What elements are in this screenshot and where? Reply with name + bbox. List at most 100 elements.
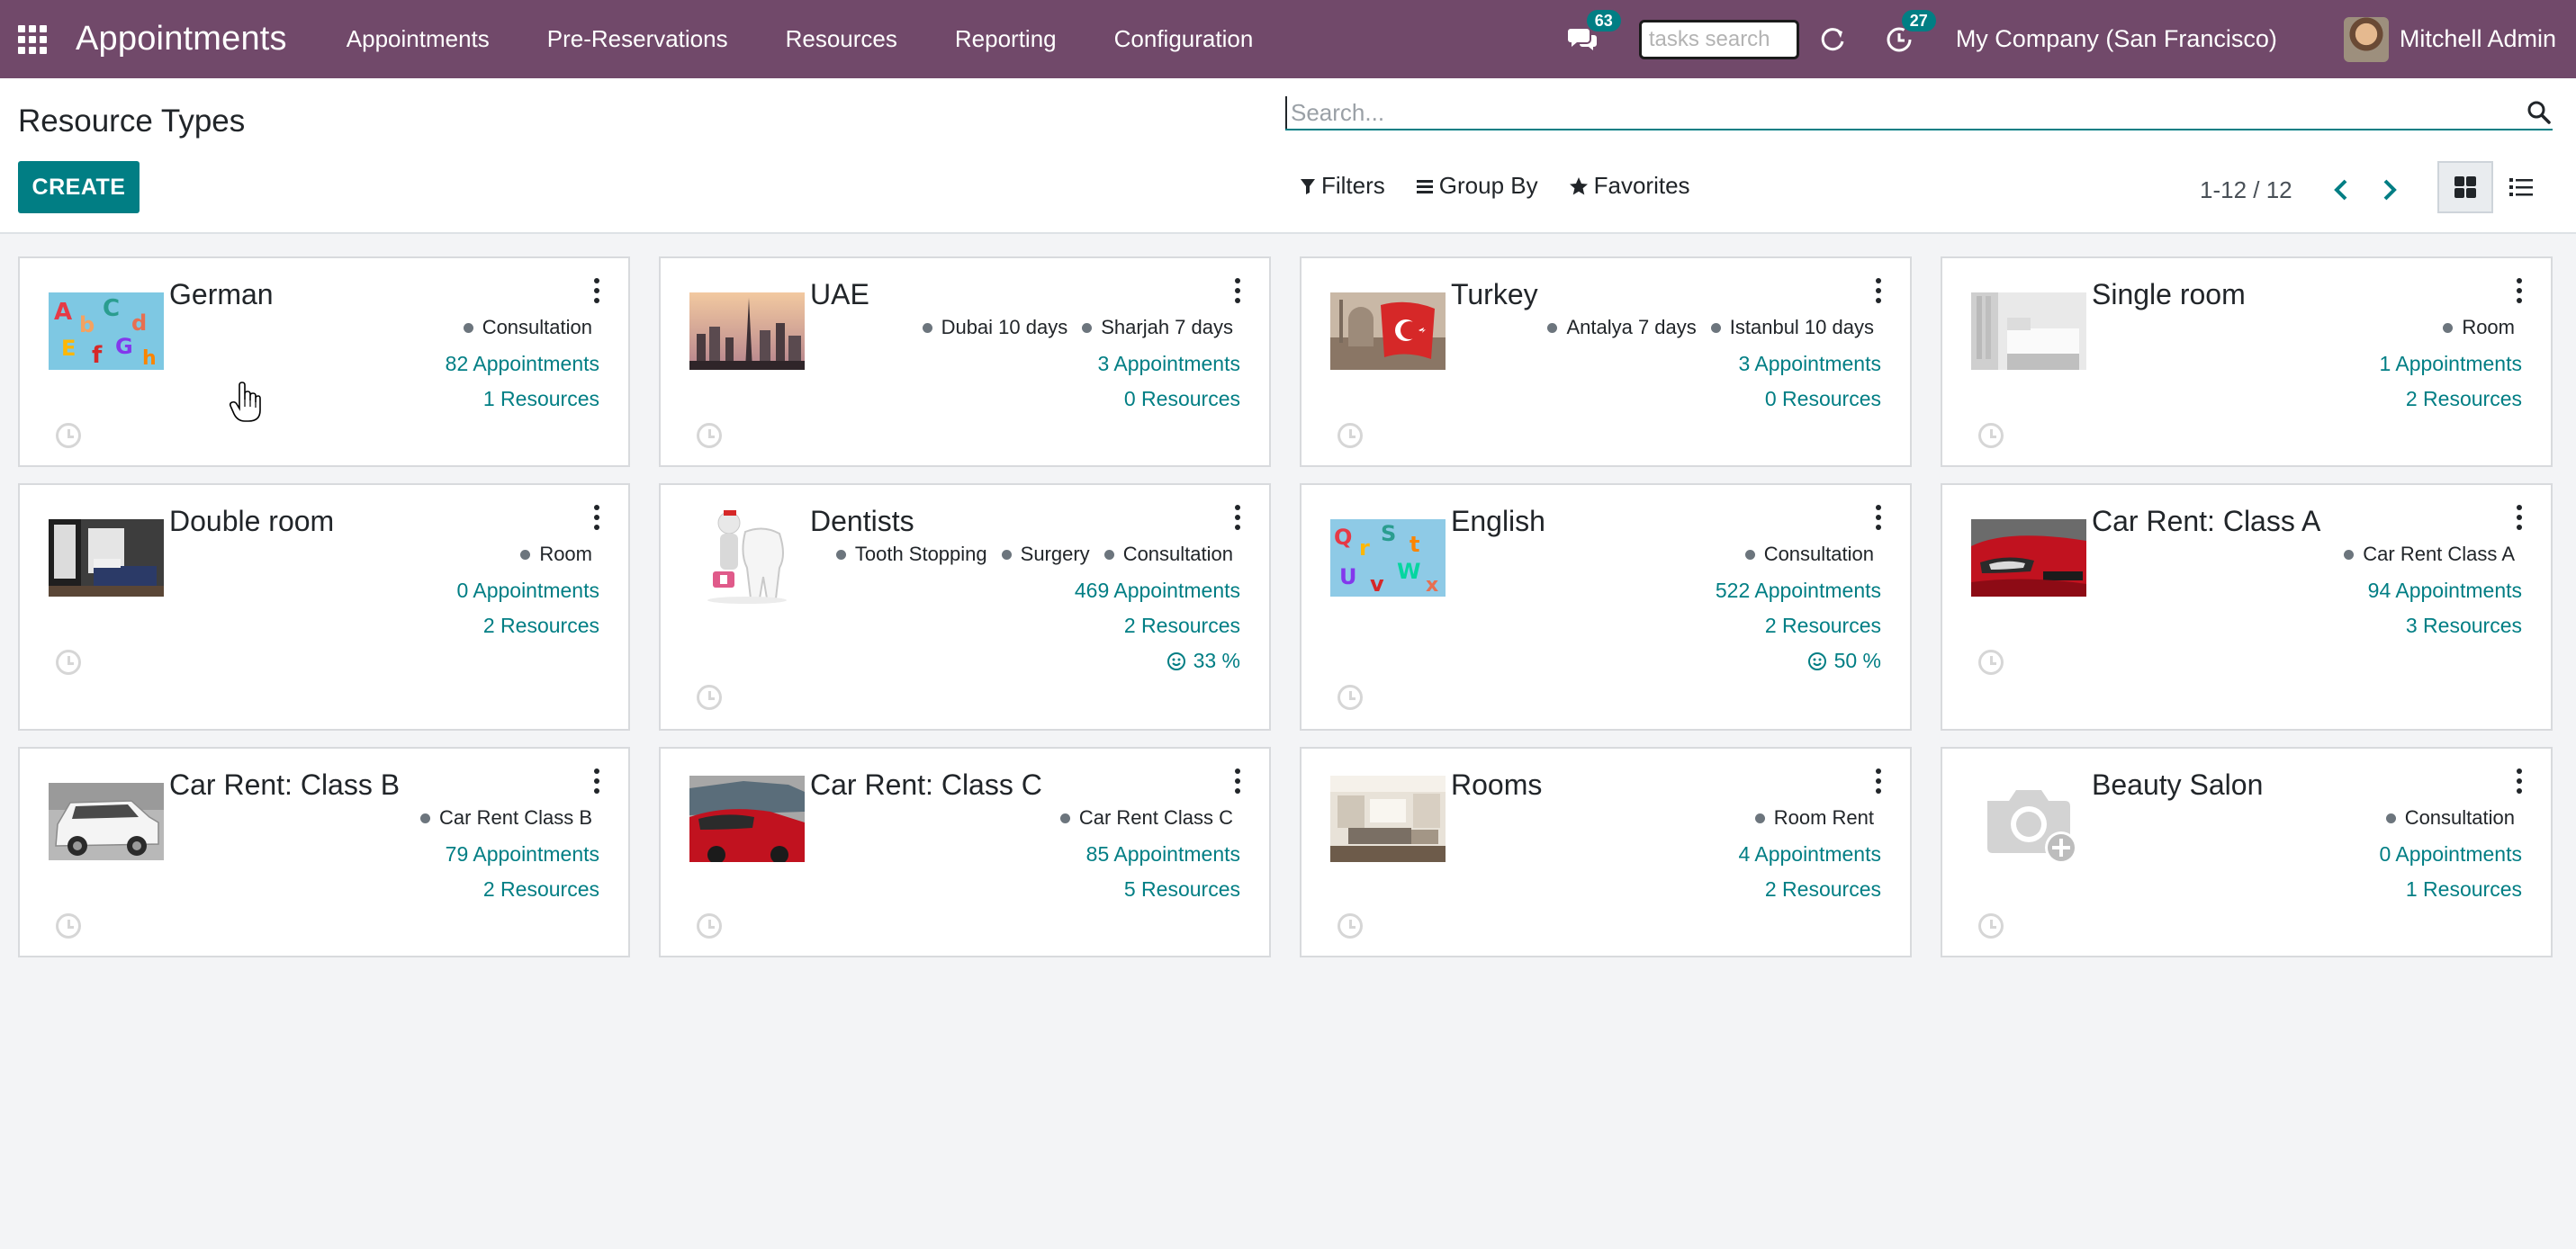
kanban-card[interactable]: A b C d E f G h German Consultation 82 A… bbox=[18, 256, 630, 467]
kanban-card[interactable]: Dentists Tooth Stopping Surgery Consulta… bbox=[659, 483, 1271, 731]
user-name: Mitchell Admin bbox=[2399, 25, 2556, 52]
user-menu[interactable]: Mitchell Admin bbox=[2343, 16, 2556, 62]
pager-previous-button[interactable] bbox=[2323, 172, 2359, 208]
resources-link[interactable]: 0 Resources bbox=[1765, 387, 1881, 411]
card-image bbox=[689, 292, 805, 370]
resources-link[interactable]: 2 Resources bbox=[2406, 387, 2522, 411]
svg-text:W: W bbox=[1397, 559, 1420, 584]
card-tags: Room Rent bbox=[1755, 806, 1874, 830]
appointments-link[interactable]: 85 Appointments bbox=[1086, 842, 1240, 867]
activity-clock-icon[interactable] bbox=[56, 650, 81, 675]
search-icon[interactable] bbox=[2526, 99, 2553, 126]
kanban-card[interactable]: Beauty Salon Consultation 0 Appointments… bbox=[1941, 747, 2553, 957]
company-switcher[interactable]: My Company (San Francisco) bbox=[1956, 25, 2277, 53]
appointments-link[interactable]: 469 Appointments bbox=[1075, 579, 1240, 603]
resources-link[interactable]: 2 Resources bbox=[483, 877, 599, 902]
resources-link[interactable]: 5 Resources bbox=[1124, 877, 1240, 902]
resources-link[interactable]: 2 Resources bbox=[1765, 877, 1881, 902]
list-view-button[interactable] bbox=[2493, 161, 2549, 213]
kanban-view: A b C d E f G h German Consultation 82 A… bbox=[0, 234, 2576, 1249]
appointments-link[interactable]: 0 Appointments bbox=[2379, 842, 2522, 867]
kanban-card[interactable]: Car Rent: Class A Car Rent Class A 94 Ap… bbox=[1941, 483, 2553, 731]
card-dropdown-icon[interactable] bbox=[590, 768, 603, 794]
menu-appointments[interactable]: Appointments bbox=[318, 0, 518, 78]
favorites-dropdown[interactable]: Favorites bbox=[1569, 172, 1690, 200]
resources-link[interactable]: 3 Resources bbox=[2406, 614, 2522, 638]
card-dropdown-icon[interactable] bbox=[1231, 768, 1244, 794]
card-tags: Tooth Stopping Surgery Consultation bbox=[836, 543, 1233, 566]
kanban-card[interactable]: Q r S t U v W x English Consultation 522… bbox=[1300, 483, 1912, 731]
rating-link[interactable]: 33 % bbox=[1166, 649, 1240, 673]
menu-pre-reservations[interactable]: Pre-Reservations bbox=[518, 0, 757, 78]
activity-clock-icon[interactable] bbox=[1978, 650, 2004, 675]
card-image bbox=[1330, 776, 1446, 862]
svg-text:v: v bbox=[1370, 571, 1384, 597]
appointments-link[interactable]: 79 Appointments bbox=[446, 842, 599, 867]
card-dropdown-icon[interactable] bbox=[2513, 768, 2526, 794]
menu-configuration[interactable]: Configuration bbox=[1085, 0, 1283, 78]
tasks-search-input[interactable] bbox=[1638, 19, 1799, 59]
tag: Antalya 7 days bbox=[1547, 316, 1696, 339]
refresh-button[interactable] bbox=[1819, 26, 1846, 53]
activity-clock-icon[interactable] bbox=[56, 913, 81, 939]
create-button[interactable]: CREATE bbox=[18, 161, 140, 213]
activity-clock-icon[interactable] bbox=[697, 913, 722, 939]
kanban-card[interactable]: Turkey Antalya 7 days Istanbul 10 days 3… bbox=[1300, 256, 1912, 467]
rating-link[interactable]: 50 % bbox=[1807, 649, 1881, 673]
card-title: Car Rent: Class C bbox=[810, 768, 1042, 801]
filters-dropdown[interactable]: Filters bbox=[1300, 172, 1385, 200]
resources-link[interactable]: 2 Resources bbox=[1124, 614, 1240, 638]
card-dropdown-icon[interactable] bbox=[1872, 278, 1885, 303]
activity-menu[interactable]: 27 bbox=[1886, 9, 1936, 53]
kanban-card[interactable]: UAE Dubai 10 days Sharjah 7 days 3 Appoi… bbox=[659, 256, 1271, 467]
kanban-card[interactable]: Car Rent: Class B Car Rent Class B 79 Ap… bbox=[18, 747, 630, 957]
group-by-dropdown[interactable]: Group By bbox=[1416, 172, 1538, 200]
kanban-view-button[interactable] bbox=[2437, 161, 2493, 213]
kanban-card[interactable]: Single room Room 1 Appointments 2 Resour… bbox=[1941, 256, 2553, 467]
activity-clock-icon[interactable] bbox=[1978, 913, 2004, 939]
card-dropdown-icon[interactable] bbox=[590, 278, 603, 303]
activity-clock-icon[interactable] bbox=[56, 423, 81, 448]
activities-count-badge: 27 bbox=[1901, 9, 1936, 31]
card-dropdown-icon[interactable] bbox=[2513, 278, 2526, 303]
resources-link[interactable]: 0 Resources bbox=[1124, 387, 1240, 411]
chevron-right-icon bbox=[2383, 179, 2397, 201]
messaging-menu[interactable]: 63 bbox=[1567, 9, 1621, 53]
kanban-card[interactable]: Car Rent: Class C Car Rent Class C 85 Ap… bbox=[659, 747, 1271, 957]
appointments-link[interactable]: 82 Appointments bbox=[446, 352, 599, 376]
card-dropdown-icon[interactable] bbox=[590, 505, 603, 530]
card-dropdown-icon[interactable] bbox=[1872, 768, 1885, 794]
kanban-card[interactable]: Double room Room 0 Appointments 2 Resour… bbox=[18, 483, 630, 731]
top-navbar: Appointments Appointments Pre-Reservatio… bbox=[0, 0, 2576, 78]
activity-clock-icon[interactable] bbox=[697, 685, 722, 710]
appointments-link[interactable]: 3 Appointments bbox=[1097, 352, 1240, 376]
activity-clock-icon[interactable] bbox=[1338, 913, 1363, 939]
card-tags: Consultation bbox=[464, 316, 592, 339]
appointments-link[interactable]: 522 Appointments bbox=[1716, 579, 1881, 603]
kanban-card[interactable]: Rooms Room Rent 4 Appointments 2 Resourc… bbox=[1300, 747, 1912, 957]
activity-clock-icon[interactable] bbox=[1978, 423, 2004, 448]
apps-menu-icon[interactable] bbox=[16, 23, 49, 56]
search-input[interactable] bbox=[1285, 96, 2526, 129]
menu-reporting[interactable]: Reporting bbox=[926, 0, 1085, 78]
resources-link[interactable]: 2 Resources bbox=[483, 614, 599, 638]
appointments-link[interactable]: 1 Appointments bbox=[2379, 352, 2522, 376]
card-dropdown-icon[interactable] bbox=[2513, 505, 2526, 530]
activity-clock-icon[interactable] bbox=[1338, 423, 1363, 448]
resources-link[interactable]: 1 Resources bbox=[2406, 877, 2522, 902]
activity-clock-icon[interactable] bbox=[697, 423, 722, 448]
card-dropdown-icon[interactable] bbox=[1231, 278, 1244, 303]
appointments-link[interactable]: 94 Appointments bbox=[2368, 579, 2522, 603]
menu-resources[interactable]: Resources bbox=[757, 0, 926, 78]
activity-clock-icon[interactable] bbox=[1338, 685, 1363, 710]
pager-value[interactable]: 1-12 / 12 bbox=[2200, 176, 2292, 204]
app-brand[interactable]: Appointments bbox=[76, 20, 287, 58]
appointments-link[interactable]: 4 Appointments bbox=[1738, 842, 1881, 867]
card-dropdown-icon[interactable] bbox=[1231, 505, 1244, 530]
resources-link[interactable]: 1 Resources bbox=[483, 387, 599, 411]
card-dropdown-icon[interactable] bbox=[1872, 505, 1885, 530]
pager-next-button[interactable] bbox=[2372, 172, 2408, 208]
appointments-link[interactable]: 3 Appointments bbox=[1738, 352, 1881, 376]
appointments-link[interactable]: 0 Appointments bbox=[456, 579, 599, 603]
resources-link[interactable]: 2 Resources bbox=[1765, 614, 1881, 638]
